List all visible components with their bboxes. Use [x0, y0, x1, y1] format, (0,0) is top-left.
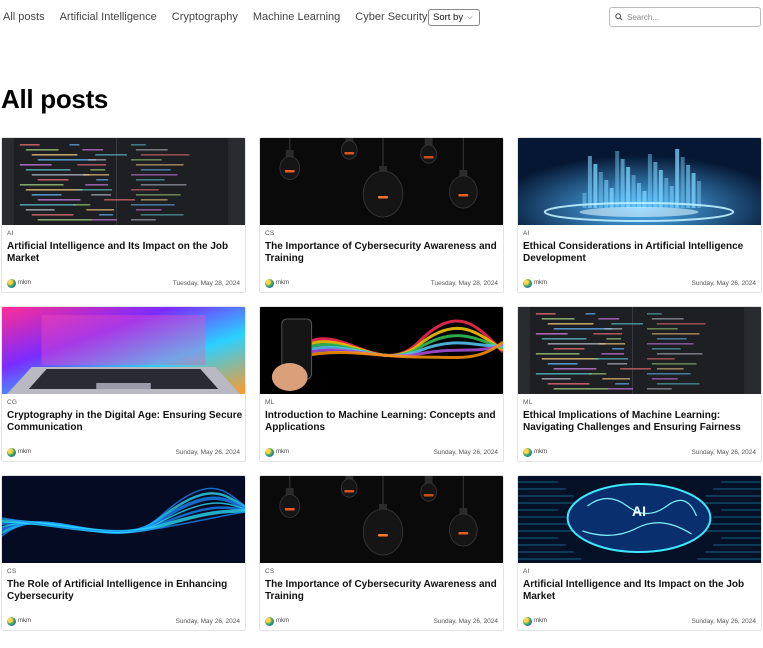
post-category: CS [265, 568, 275, 575]
post-category: CG [7, 399, 18, 406]
post-title[interactable]: Ethical Considerations in Artificial Int… [523, 241, 759, 265]
chevron-down-icon: ⌵ [467, 13, 473, 21]
post-meta: mkm Sunday, May 26, 2024 [7, 447, 240, 457]
post-category: AI [523, 230, 530, 237]
post-date: Tuesday, May 28, 2024 [172, 279, 240, 287]
post-thumbnail[interactable] [260, 138, 503, 225]
post-category: AI [523, 568, 530, 575]
sort-by-select[interactable]: Sort by ⌵ [428, 9, 480, 26]
avatar [265, 447, 274, 457]
post-meta: mkm Tuesday, May 28, 2024 [7, 278, 240, 288]
post-author: mkm [276, 618, 289, 624]
post-title[interactable]: The Role of Artificial Intelligence in E… [7, 579, 243, 603]
post-category: ML [265, 399, 275, 406]
post-card[interactable]: ML Ethical Implications of Machine Learn… [517, 306, 762, 462]
post-card[interactable]: ML Introduction to Machine Learning: Con… [259, 306, 504, 462]
post-title[interactable]: Artificial Intelligence and Its Impact o… [7, 241, 243, 265]
avatar [265, 278, 274, 288]
post-title[interactable]: Cryptography in the Digital Age: Ensurin… [7, 410, 243, 434]
post-card[interactable]: AI AI Artificial Intelligence and Its Im… [517, 475, 762, 631]
post-author: mkm [534, 618, 547, 624]
nav-all-posts[interactable]: All posts [3, 11, 45, 23]
avatar [523, 447, 532, 457]
post-thumbnail[interactable] [260, 307, 503, 394]
post-thumbnail[interactable] [2, 476, 245, 563]
svg-text:AI: AI [632, 503, 646, 519]
post-author: mkm [276, 280, 289, 286]
avatar [7, 278, 16, 288]
post-card[interactable]: CG Cryptography in the Digital Age: Ensu… [1, 306, 246, 462]
post-thumbnail[interactable] [518, 138, 761, 225]
nav-cyber-security[interactable]: Cyber Security [355, 11, 427, 23]
post-thumbnail[interactable] [2, 307, 245, 394]
post-title[interactable]: Ethical Implications of Machine Learning… [523, 410, 759, 434]
post-thumbnail[interactable]: AI [518, 476, 761, 563]
post-title[interactable]: The Importance of Cybersecurity Awarenes… [265, 241, 501, 265]
post-card[interactable]: CS The Importance of Cybersecurity Aware… [259, 137, 504, 293]
post-meta: mkm Sunday, May 26, 2024 [523, 616, 756, 626]
post-date: Tuesday, May 28, 2024 [430, 279, 498, 287]
post-author: mkm [18, 449, 31, 455]
search-icon [615, 13, 623, 21]
post-author: mkm [18, 280, 31, 286]
category-nav: All posts Artificial Intelligence Crypto… [3, 11, 427, 23]
avatar [523, 278, 532, 288]
post-card[interactable]: AI Artificial Intelligence and Its Impac… [1, 137, 246, 293]
post-title[interactable]: Artificial Intelligence and Its Impact o… [523, 579, 759, 603]
post-author: mkm [18, 618, 31, 624]
avatar [523, 616, 532, 626]
sort-by-label: Sort by [433, 12, 464, 23]
search-box[interactable] [609, 7, 761, 27]
post-date: Sunday, May 26, 2024 [175, 448, 240, 456]
nav-artificial-intelligence[interactable]: Artificial Intelligence [60, 11, 157, 23]
post-date: Sunday, May 26, 2024 [433, 448, 498, 456]
post-author: mkm [276, 449, 289, 455]
post-meta: mkm Sunday, May 26, 2024 [265, 447, 498, 457]
post-thumbnail[interactable] [518, 307, 761, 394]
post-date: Sunday, May 26, 2024 [691, 448, 756, 456]
post-title[interactable]: Introduction to Machine Learning: Concep… [265, 410, 501, 434]
avatar [265, 616, 274, 626]
post-thumbnail[interactable] [260, 476, 503, 563]
post-meta: mkm Sunday, May 26, 2024 [265, 616, 498, 626]
nav-machine-learning[interactable]: Machine Learning [253, 11, 340, 23]
page-title: All posts [1, 84, 109, 114]
post-date: Sunday, May 26, 2024 [433, 617, 498, 625]
post-meta: mkm Sunday, May 26, 2024 [523, 278, 756, 288]
post-card[interactable]: CS The Role of Artificial Intelligence i… [1, 475, 246, 631]
posts-grid: AI Artificial Intelligence and Its Impac… [1, 137, 762, 631]
post-category: CS [265, 230, 275, 237]
post-author: mkm [534, 280, 547, 286]
post-author: mkm [534, 449, 547, 455]
post-category: ML [523, 399, 533, 406]
post-category: AI [7, 230, 14, 237]
post-date: Sunday, May 26, 2024 [691, 617, 756, 625]
nav-cryptography[interactable]: Cryptography [172, 11, 238, 23]
post-date: Sunday, May 26, 2024 [175, 617, 240, 625]
post-card[interactable]: AI Ethical Considerations in Artificial … [517, 137, 762, 293]
post-thumbnail[interactable] [2, 138, 245, 225]
post-meta: mkm Tuesday, May 28, 2024 [265, 278, 498, 288]
post-date: Sunday, May 26, 2024 [691, 279, 756, 287]
search-input[interactable] [627, 12, 747, 22]
post-card[interactable]: CS The Importance of Cybersecurity Aware… [259, 475, 504, 631]
post-category: CS [7, 568, 17, 575]
post-meta: mkm Sunday, May 26, 2024 [7, 616, 240, 626]
avatar [7, 447, 16, 457]
post-meta: mkm Sunday, May 26, 2024 [523, 447, 756, 457]
top-bar: All posts Artificial Intelligence Crypto… [0, 0, 763, 34]
post-title[interactable]: The Importance of Cybersecurity Awarenes… [265, 579, 501, 603]
avatar [7, 616, 16, 626]
